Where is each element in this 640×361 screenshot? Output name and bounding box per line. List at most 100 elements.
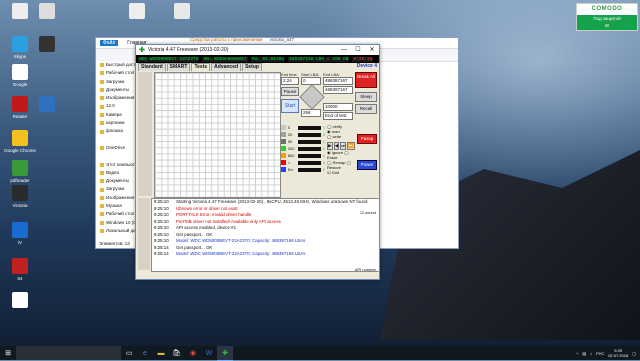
legend-label: 200 — [287, 146, 295, 151]
victoria-titlebar[interactable]: ✚ Victoria 4.47 Freeware (2013-02-20) — … — [136, 45, 379, 55]
log-time: 9:25:14 — [154, 251, 169, 256]
time-field: 2:24 — [281, 77, 299, 85]
power-button[interactable]: Power — [357, 160, 377, 170]
desktop-icon-label: Google — [12, 82, 28, 87]
minimize-button[interactable]: — — [337, 45, 351, 55]
chrome-icon[interactable]: ◉ — [185, 346, 201, 360]
desktop-icon-label: 64 — [17, 276, 23, 281]
nav-item-label: Загрузки — [106, 78, 125, 84]
word-icon[interactable]: W — [201, 346, 217, 360]
store-icon[interactable]: 🛍 — [169, 346, 185, 360]
folder-icon — [100, 187, 104, 192]
close-button[interactable]: ✕ — [365, 45, 379, 55]
play-icon[interactable]: ▶ — [327, 142, 333, 150]
nav-item-label: Документы — [106, 178, 130, 184]
window-controls: — ☐ ✕ — [337, 45, 379, 55]
app-icon — [174, 3, 190, 19]
desktop-icon[interactable] — [30, 3, 64, 21]
grid-check[interactable]: ☑ Grid — [327, 170, 355, 175]
legend-count-bar — [297, 132, 321, 137]
app-icon — [12, 64, 28, 80]
comodo-widget[interactable]: COMODO Под защитой ₪ — [576, 3, 638, 31]
ignore-radio[interactable]: ◉ Ignore ◯ Erase — [327, 150, 355, 160]
block-size-field[interactable]: 256 — [301, 109, 321, 117]
notification-icon[interactable]: ▢ — [632, 351, 636, 356]
comodo-brand: COMODO — [591, 6, 623, 12]
legend-count-bar — [297, 139, 321, 144]
sound-check[interactable]: ☑ sound — [360, 210, 376, 215]
end-lba-field[interactable]: 488397167 — [323, 77, 353, 85]
scan-grid — [154, 72, 281, 198]
drive-time: 9:25:48 — [352, 56, 374, 62]
legend-swatch — [281, 167, 286, 172]
recall-button[interactable]: Recall — [355, 104, 377, 114]
desktop-icon[interactable]: iV — [3, 222, 37, 245]
folder-icon — [100, 179, 104, 184]
tab-standard[interactable]: Standard — [138, 63, 166, 71]
desktop-icon[interactable] — [30, 96, 64, 114]
tab-setup[interactable]: Setup — [242, 63, 262, 71]
app-icon — [39, 36, 55, 52]
desktop-icon[interactable] — [30, 36, 64, 54]
explorer-taskbar-icon[interactable]: ▬ — [153, 346, 169, 360]
folder-icon — [100, 229, 104, 234]
victoria-title: Victoria 4.47 Freeware (2013-02-20) — [147, 47, 229, 53]
nav-item-label: флешка — [106, 128, 123, 134]
nav-item-label: Видео — [106, 169, 120, 175]
legend-count-bar — [297, 146, 321, 151]
passp-button[interactable]: Passp — [357, 134, 377, 144]
desktop-icon[interactable] — [3, 292, 37, 310]
legend-count-bar — [297, 160, 321, 165]
pause-button[interactable]: Pause — [281, 87, 299, 96]
remap-radio[interactable]: ◯ Remap ◯ Restore — [327, 160, 355, 170]
clock[interactable]: 9:25 02.07.2018 — [608, 348, 628, 358]
direction-pad[interactable] — [299, 84, 325, 110]
folder-icon — [100, 204, 104, 209]
desktop-icon[interactable]: Google Chrome — [3, 130, 37, 153]
tab-tests[interactable]: Tests — [191, 63, 211, 71]
desktop-icon[interactable]: 64 — [3, 258, 37, 281]
explorer-status: Элементов: 13 — [99, 241, 130, 246]
desktop-icon[interactable]: pdfreader — [3, 160, 37, 183]
victoria-window[interactable]: ✚ Victoria 4.47 Freeware (2013-02-20) — … — [135, 44, 380, 280]
desktop-icon[interactable] — [165, 3, 199, 21]
search-box[interactable] — [16, 346, 121, 360]
task-view-icon[interactable]: ▭ — [121, 346, 137, 360]
tray-up-icon[interactable]: ^ — [577, 351, 579, 356]
maximize-button[interactable]: ☐ — [351, 45, 365, 55]
desktop-icon-label: pdfreader — [10, 178, 30, 183]
start-button[interactable]: Start — [281, 99, 299, 113]
victoria-taskbar-icon[interactable]: ✚ — [217, 345, 233, 361]
legend-count: 0 — [322, 146, 325, 151]
app-icon — [12, 96, 28, 112]
nav-item-label: 12.0 — [106, 103, 115, 109]
end-lba-field-2[interactable]: 488397167 — [323, 86, 353, 94]
drive-model: WDC WD5000BEVT-22A23T0 — [138, 56, 200, 62]
break-all-button[interactable]: Break All — [355, 72, 377, 88]
language-indicator[interactable]: РУС — [596, 351, 604, 356]
desktop-icon[interactable]: Victoria — [3, 185, 37, 208]
tab-advanced[interactable]: Advanced — [211, 63, 242, 71]
volume-icon[interactable]: ♪ — [590, 351, 592, 356]
nav-item-label: OneDrive — [106, 144, 126, 150]
network-icon[interactable]: ▤ — [582, 351, 586, 356]
tab-smart[interactable]: SMART — [166, 63, 191, 71]
end-icon[interactable]: ⏩ — [347, 142, 355, 150]
start-button[interactable]: ⊞ — [0, 346, 16, 360]
back-icon[interactable]: ◀ — [333, 142, 340, 150]
write-radio[interactable]: ◯ write — [327, 134, 355, 139]
sleep-button[interactable]: Sleep — [355, 92, 377, 102]
explorer-tab-file[interactable]: Файл — [100, 40, 119, 46]
skip-icon[interactable]: ⏭ — [340, 142, 347, 150]
app-icon — [12, 130, 28, 146]
edge-icon[interactable]: e — [137, 346, 153, 360]
desktop-icon[interactable] — [120, 3, 154, 21]
end-of-test-select[interactable]: End of test — [323, 112, 353, 120]
legend-swatch — [281, 125, 286, 130]
api-number: API number — [354, 267, 376, 272]
timeout-field[interactable]: 10000 — [323, 103, 353, 111]
sound-label: sound — [365, 210, 376, 215]
desktop-icon[interactable]: Google — [3, 64, 37, 87]
legend-label: 600 — [287, 153, 295, 158]
end-time-label: End time — [281, 72, 297, 77]
